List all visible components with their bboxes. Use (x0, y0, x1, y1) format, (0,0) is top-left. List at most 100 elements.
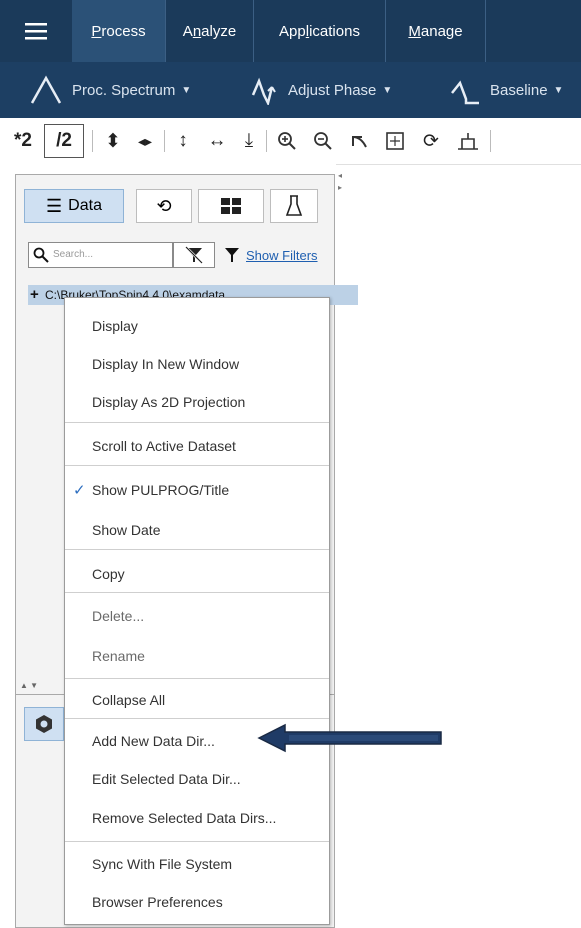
menu-separator (65, 841, 329, 842)
adjust-phase-label: Adjust Phase (288, 81, 377, 99)
search-input[interactable]: Search... (28, 242, 173, 268)
menu-separator (65, 718, 329, 719)
adjust-phase-button[interactable]: Adjust Phase ▼ (250, 62, 392, 118)
divide-by-two-button[interactable]: /2 (44, 124, 84, 158)
hamburger-menu-icon[interactable] (0, 0, 72, 62)
process-ribbon: Proc. Spectrum ▼ Adjust Phase ▼ Baseline ▼ (0, 62, 581, 118)
menu-item-label: Show PULPROG/Title (92, 482, 230, 498)
search-placeholder: Search... (53, 249, 94, 260)
refresh-icon[interactable]: ⟳ (414, 124, 448, 158)
hexagon-icon (36, 715, 52, 733)
menu-item-remove-data-dirs[interactable]: Remove Selected Data Dirs... (65, 800, 329, 836)
menu-separator (65, 549, 329, 550)
menu-item-label: Rename (92, 648, 145, 664)
tree-expander[interactable]: + (30, 285, 39, 305)
baseline-button[interactable]: Baseline ▼ (450, 62, 563, 118)
baseline-down-icon[interactable]: ⤓ (236, 124, 262, 158)
tab-samples[interactable] (270, 189, 318, 223)
multiply-by-two-button[interactable]: *2 (4, 124, 42, 158)
menu-item-scroll-active[interactable]: Scroll to Active Dataset (65, 428, 329, 464)
times-two-label: *2 (14, 130, 32, 151)
toolbar-divider (490, 130, 491, 152)
show-filters-link[interactable]: Show Filters (246, 248, 318, 263)
fit-to-window-icon[interactable] (378, 124, 412, 158)
clear-filter-button[interactable] (173, 242, 215, 268)
menu-item-show-pulprog-title[interactable]: ✓ Show PULPROG/Title (65, 472, 329, 508)
menu-item-label: Scroll to Active Dataset (92, 438, 236, 454)
main-menu-bar: Process Analyze Applications Manage (0, 0, 581, 62)
pointer-arrow-icon (257, 723, 442, 753)
menu-item-label: Show Date (92, 522, 161, 538)
undo-zoom-icon[interactable] (342, 124, 376, 158)
menu-item-delete[interactable]: Delete... (65, 598, 329, 634)
phase-icon (251, 77, 276, 105)
menu-item-rename[interactable]: Rename (65, 638, 329, 674)
menu-tab-manage[interactable]: Manage (386, 0, 486, 62)
menu-tab-analyze[interactable]: Analyze (166, 0, 254, 62)
filter-icon (224, 247, 240, 268)
menu-item-label: Remove Selected Data Dirs... (92, 810, 277, 826)
chevron-down-icon: ▼ (181, 84, 192, 96)
panel-resize-handle[interactable]: ▲ ▼ (20, 681, 38, 690)
search-icon (33, 247, 49, 263)
menu-item-collapse-all[interactable]: Collapse All (65, 682, 329, 718)
list-icon: ☰ (46, 195, 63, 216)
divide-two-label: /2 (56, 130, 72, 151)
menu-separator (65, 422, 329, 423)
flask-icon (285, 195, 303, 216)
history-icon: ⟲ (156, 195, 172, 216)
menu-item-label: Delete... (92, 608, 145, 624)
spectrum-toolbar: *2 /2 ⬍ ◂▸ ↕ ↔ ⤓ ⟳ (0, 118, 581, 165)
menu-tab-applications[interactable]: Applications (254, 0, 386, 62)
menu-item-label: Display In New Window (92, 356, 240, 372)
clear-filter-icon (185, 246, 203, 264)
context-menu: Display Display In New Window Display As… (64, 297, 330, 925)
menu-tab-label: Manage (408, 22, 463, 40)
grid-icon (221, 198, 241, 214)
menu-item-label: Display (92, 318, 138, 334)
zoom-out-icon[interactable] (306, 124, 340, 158)
menu-item-browser-preferences[interactable]: Browser Preferences (65, 884, 329, 920)
menu-item-label: Display As 2D Projection (92, 394, 246, 410)
peak-icon (30, 75, 62, 104)
menu-item-display[interactable]: Display (65, 308, 329, 344)
menu-item-sync-file-system[interactable]: Sync With File System (65, 846, 329, 882)
baseline-label: Baseline (490, 81, 548, 99)
bottom-tab[interactable] (24, 707, 64, 741)
menu-item-label: Copy (92, 566, 125, 582)
tab-data-label: Data (68, 197, 102, 214)
menu-item-label: Collapse All (92, 692, 166, 708)
vertical-scale-icon[interactable]: ⬍ (100, 124, 126, 158)
horizontal-scale-icon[interactable]: ◂▸ (130, 124, 160, 158)
zoom-in-icon[interactable] (270, 124, 304, 158)
tab-layout[interactable] (198, 189, 264, 223)
menu-item-display-2d-projection[interactable]: Display As 2D Projection (65, 384, 329, 420)
proc-spectrum-button[interactable]: Proc. Spectrum ▼ (30, 62, 191, 118)
menu-tab-label: Analyze (182, 22, 237, 40)
proc-spectrum-label: Proc. Spectrum (72, 81, 176, 99)
menu-item-display-new-window[interactable]: Display In New Window (65, 346, 329, 382)
menu-item-label: Add New Data Dir... (92, 733, 215, 749)
menu-separator (65, 592, 329, 593)
menu-separator (65, 465, 329, 466)
menu-item-copy[interactable]: Copy (65, 556, 329, 592)
panel-collapse-toggle[interactable]: ◂ ▸ (338, 170, 342, 194)
chevron-down-icon: ▼ (553, 84, 564, 96)
toolbar-divider (266, 130, 267, 152)
tab-data[interactable]: ☰ Data (24, 189, 124, 223)
menu-item-label: Sync With File System (92, 856, 233, 872)
toolbar-divider (164, 130, 165, 152)
baseline-icon (451, 80, 479, 105)
integrate-icon[interactable] (450, 124, 486, 158)
tab-history[interactable]: ⟲ (136, 189, 192, 223)
menu-item-label: Browser Preferences (92, 894, 223, 910)
vertical-expand-icon[interactable]: ↕ (170, 124, 196, 158)
menu-tab-label: Process (91, 22, 146, 40)
menu-tab-label: Applications (279, 22, 360, 40)
menu-tab-process[interactable]: Process (72, 0, 166, 62)
menu-item-show-date[interactable]: Show Date (65, 512, 329, 548)
horizontal-expand-icon[interactable]: ↔ (200, 124, 234, 158)
toolbar-divider (92, 130, 93, 152)
menu-item-edit-data-dir[interactable]: Edit Selected Data Dir... (65, 761, 329, 797)
menu-separator (65, 678, 329, 679)
